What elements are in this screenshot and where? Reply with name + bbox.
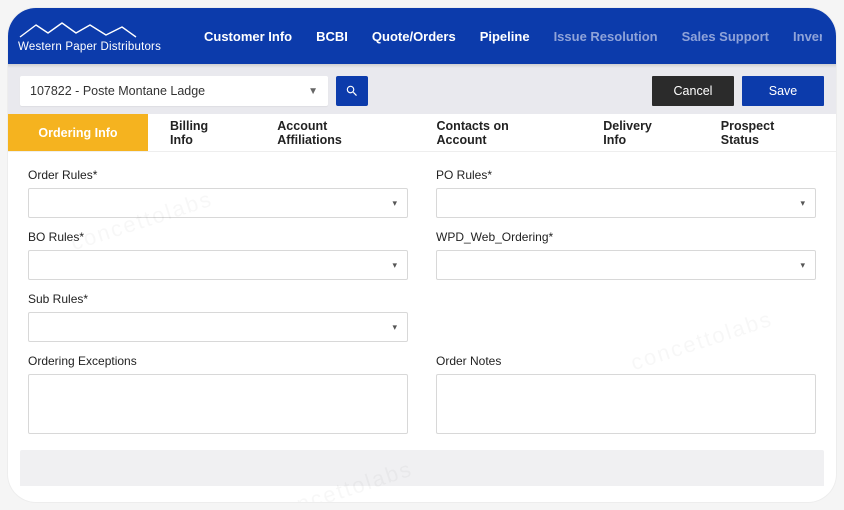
tab-billing-info[interactable]: Billing Info xyxy=(148,114,255,151)
chevron-down-icon: ▼ xyxy=(308,86,318,97)
cancel-button[interactable]: Cancel xyxy=(652,76,734,106)
chevron-down-icon: ▾ xyxy=(800,198,805,209)
field-bo-rules: BO Rules* ▾ xyxy=(28,230,408,280)
chevron-down-icon: ▾ xyxy=(392,198,397,209)
select-order-rules[interactable]: ▾ xyxy=(28,188,408,218)
save-button[interactable]: Save xyxy=(742,76,824,106)
label-bo-rules: BO Rules* xyxy=(28,230,408,244)
label-po-rules: PO Rules* xyxy=(436,168,816,182)
form-area: Order Rules* ▾ PO Rules* ▾ BO Rules* ▾ W… xyxy=(8,152,836,442)
textarea-order-notes[interactable] xyxy=(436,374,816,434)
chevron-down-icon: ▾ xyxy=(800,260,805,271)
field-sub-rules: Sub Rules* ▾ xyxy=(28,292,408,342)
field-ordering-exceptions: Ordering Exceptions xyxy=(28,354,408,434)
mountains-icon xyxy=(18,19,138,39)
brand-name: Western Paper Distributors xyxy=(18,41,161,53)
chevron-down-icon: ▾ xyxy=(392,260,397,271)
tab-prospect-status[interactable]: Prospect Status xyxy=(699,114,836,151)
select-sub-rules[interactable]: ▾ xyxy=(28,312,408,342)
field-order-notes: Order Notes xyxy=(436,354,816,434)
label-sub-rules: Sub Rules* xyxy=(28,292,408,306)
toolbar: 107822 - Poste Montane Ladge ▼ Cancel Sa… xyxy=(8,68,836,114)
customer-select[interactable]: 107822 - Poste Montane Ladge ▼ xyxy=(20,76,328,106)
nav-item-pipeline[interactable]: Pipeline xyxy=(478,29,532,44)
search-icon xyxy=(345,84,359,98)
tab-account-affiliations[interactable]: Account Affiliations xyxy=(255,114,414,151)
field-po-rules: PO Rules* ▾ xyxy=(436,168,816,218)
nav-item-quote-orders[interactable]: Quote/Orders xyxy=(370,29,458,44)
brand-logo: Western Paper Distributors xyxy=(18,19,182,53)
select-wpd-web-ordering[interactable]: ▾ xyxy=(436,250,816,280)
app-window: Western Paper Distributors Customer Info… xyxy=(8,8,836,502)
nav-item-bcbi[interactable]: BCBI xyxy=(314,29,350,44)
field-order-rules: Order Rules* ▾ xyxy=(28,168,408,218)
label-order-rules: Order Rules* xyxy=(28,168,408,182)
field-wpd-web-ordering: WPD_Web_Ordering* ▾ xyxy=(436,230,816,280)
search-button[interactable] xyxy=(336,76,368,106)
tab-ordering-info[interactable]: Ordering Info xyxy=(8,114,148,151)
nav-items: Customer Info BCBI Quote/Orders Pipeline Iss… xyxy=(202,29,822,44)
nav-item-inventory[interactable]: Inventory xyxy=(791,29,822,44)
footer-spacer xyxy=(20,450,824,486)
nav-item-issue-resolution[interactable]: Issue Resolution xyxy=(552,29,660,44)
nav-item-customer-info[interactable]: Customer Info xyxy=(202,29,294,44)
customer-select-value: 107822 - Poste Montane Ladge xyxy=(30,84,205,98)
textarea-ordering-exceptions[interactable] xyxy=(28,374,408,434)
select-po-rules[interactable]: ▾ xyxy=(436,188,816,218)
select-bo-rules[interactable]: ▾ xyxy=(28,250,408,280)
label-ordering-exceptions: Ordering Exceptions xyxy=(28,354,408,368)
top-nav: Western Paper Distributors Customer Info… xyxy=(8,8,836,64)
label-wpd-web-ordering: WPD_Web_Ordering* xyxy=(436,230,816,244)
label-order-notes: Order Notes xyxy=(436,354,816,368)
tabs: Ordering InfoBilling InfoAccount Affilia… xyxy=(8,114,836,152)
tab-contacts-on-account[interactable]: Contacts on Account xyxy=(415,114,582,151)
tab-delivery-info[interactable]: Delivery Info xyxy=(581,114,699,151)
nav-item-sales-support[interactable]: Sales Support xyxy=(680,29,771,44)
chevron-down-icon: ▾ xyxy=(392,322,397,333)
